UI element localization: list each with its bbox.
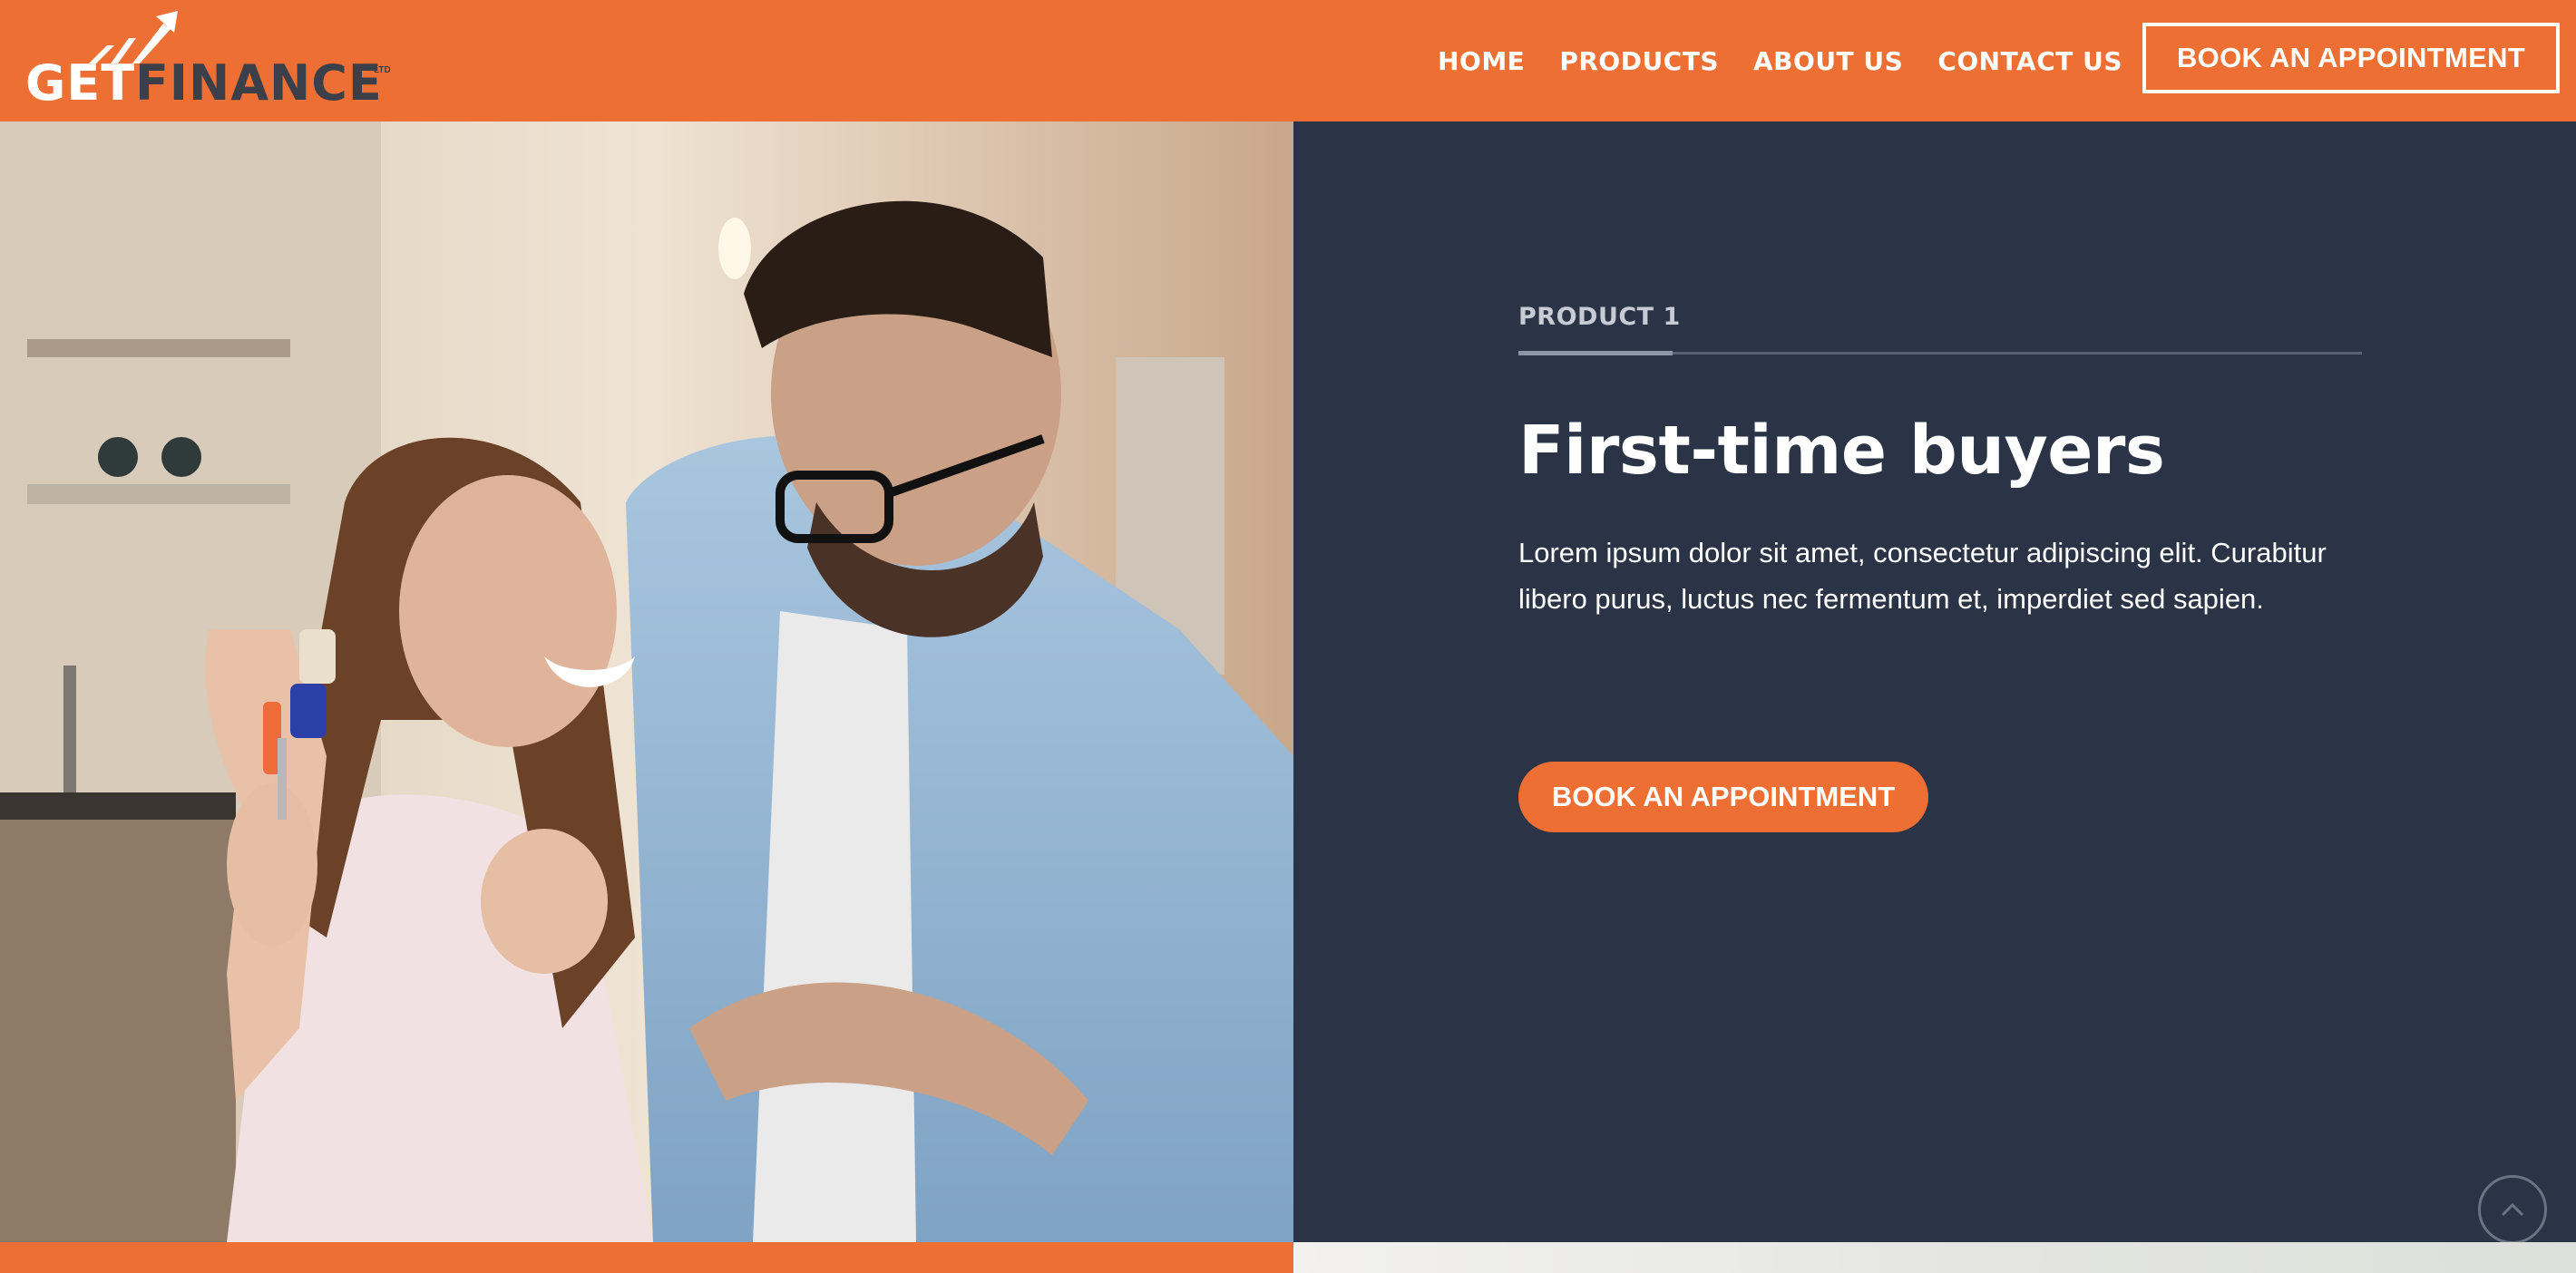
- nav-item-about-us[interactable]: ABOUT US: [1753, 46, 1903, 76]
- nav-item-products[interactable]: PRODUCTS: [1559, 46, 1719, 76]
- site-logo[interactable]: GETFINANCE LTD: [25, 11, 397, 111]
- scroll-to-top-button[interactable]: [2478, 1175, 2547, 1244]
- book-appointment-button[interactable]: BOOK AN APPOINTMENT: [1518, 762, 1928, 832]
- logo-ltd-text: LTD: [374, 65, 391, 75]
- couple-with-keys-illustration: [0, 121, 1293, 1242]
- site-header: GETFINANCE LTD HOME PRODUCTS ABOUT US CO…: [0, 0, 2576, 121]
- logo-finance-text: FINANCE: [135, 54, 383, 112]
- nav-item-contact-us[interactable]: CONTACT US: [1937, 46, 2122, 76]
- logo-wordmark: GETFINANCE: [25, 56, 383, 111]
- chevron-up-icon: [2501, 1202, 2524, 1217]
- next-section-orange-strip: [0, 1242, 1293, 1273]
- product-description: Lorem ipsum dolor sit amet, consectetur …: [1518, 537, 2327, 615]
- eyebrow-divider-accent: [1518, 351, 1673, 355]
- product-eyebrow: PRODUCT 1: [1518, 303, 1681, 331]
- next-section-photo-strip: [1293, 1242, 2576, 1273]
- hero-photo: [0, 121, 1293, 1242]
- logo-get-text: GET: [25, 54, 136, 112]
- header-book-appointment-button[interactable]: BOOK AN APPOINTMENT: [2142, 23, 2560, 93]
- nav-item-home[interactable]: HOME: [1438, 46, 1525, 76]
- product-title: First-time buyers: [1518, 412, 2165, 490]
- product-panel: PRODUCT 1 First-time buyers Lorem ipsum …: [1293, 121, 2576, 1242]
- main-nav: HOME PRODUCTS ABOUT US CONTACT US: [1438, 0, 2122, 121]
